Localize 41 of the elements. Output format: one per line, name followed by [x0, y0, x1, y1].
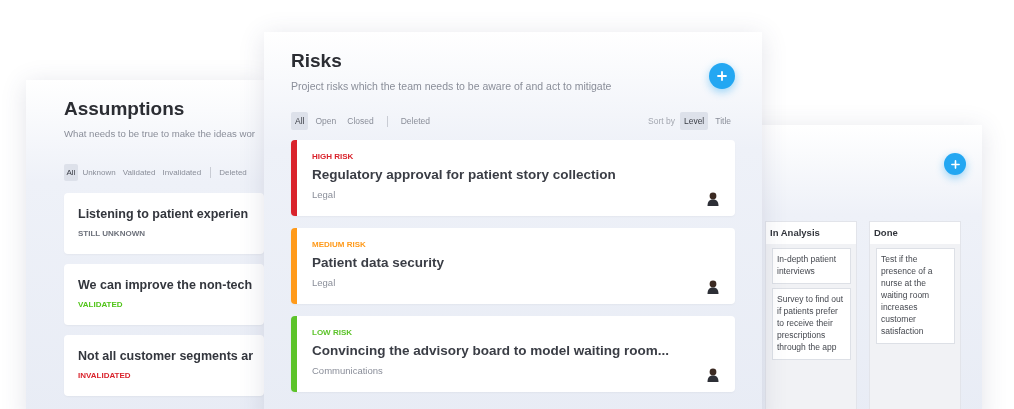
column-title: Done [870, 222, 960, 244]
risk-category: Legal [312, 189, 336, 200]
assumption-title: We can improve the non-tech [78, 278, 254, 292]
sort-option[interactable]: Level [679, 112, 709, 130]
risk-card[interactable]: HIGH RISK Regulatory approval for patient story collection Legal [291, 140, 735, 216]
risk-title: Regulatory approval for patient story collection [312, 167, 617, 182]
assumption-status: INVALIDATED [78, 371, 132, 380]
risk-level: HIGH RISK [312, 152, 355, 161]
plus-icon [717, 71, 727, 81]
filter-tab[interactable]: All [64, 164, 78, 181]
risk-category: Communications [312, 365, 383, 376]
plus-icon [950, 159, 960, 169]
sort-label: Sort by [648, 116, 675, 126]
column-title: In Analysis [766, 222, 856, 244]
panel-title: Assumptions [64, 98, 186, 120]
risk-category: Legal [312, 277, 336, 288]
panel-subtitle: What needs to be true to make the ideas wor [64, 128, 256, 139]
panel-title: Risks [291, 50, 343, 72]
assumption-status: VALIDATED [78, 300, 124, 309]
assumption-status: STILL UNKNOWN [78, 229, 146, 238]
risk-title: Convincing the advisory board to model waiting room... [312, 343, 671, 358]
avatar-icon [707, 280, 719, 294]
risk-level: LOW RISK [312, 328, 353, 337]
board-card[interactable]: Survey to find out if patients prefer to receive their prescriptions through the app [772, 288, 851, 360]
assumption-card[interactable]: We can improve the non-tech VALIDATED [64, 264, 264, 325]
avatar-icon [707, 368, 719, 382]
board-card[interactable]: Test if the presence of a nurse at the waiting room increases customer satisfaction [876, 248, 955, 344]
filter-tab[interactable]: All [291, 112, 309, 130]
add-button[interactable] [709, 63, 735, 89]
risk-level: MEDIUM RISK [312, 240, 367, 249]
assumption-title: Not all customer segments ar [78, 349, 255, 363]
avatar-icon [707, 192, 719, 206]
risk-card[interactable]: LOW RISK Convincing the advisory board to model waiting room... Communications [291, 316, 735, 392]
board-card[interactable]: In-depth patient interviews [772, 248, 851, 284]
risk-card[interactable]: MEDIUM RISK Patient data security Legal [291, 228, 735, 304]
panel-subtitle: Project risks which the team needs to be aware of and act to mitigate [291, 80, 612, 92]
assumption-card[interactable]: Listening to patient experien STILL UNKNOWN [64, 193, 264, 254]
assumption-title: Listening to patient experien [78, 207, 250, 221]
risk-title: Patient data security [312, 255, 446, 270]
assumption-card[interactable]: Not all customer segments ar INVALIDATED [64, 335, 264, 396]
add-button[interactable] [944, 153, 966, 175]
